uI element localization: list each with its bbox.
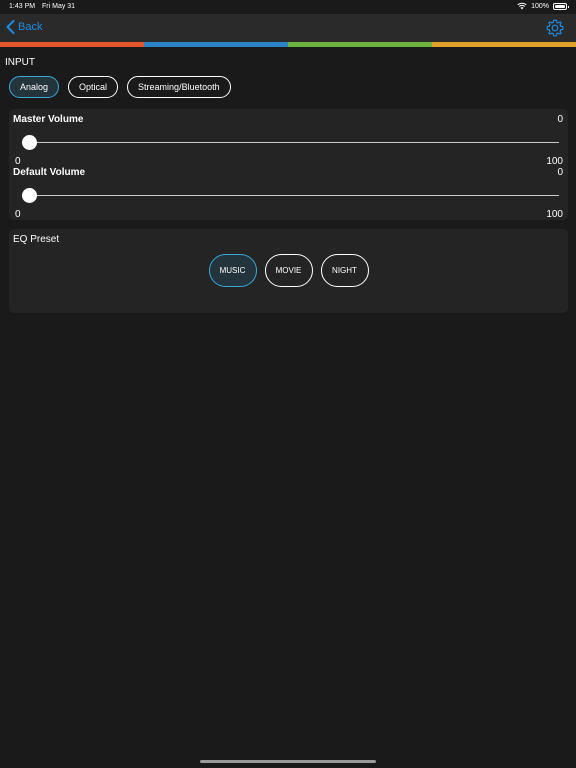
input-section-label: INPUT (5, 57, 35, 68)
default-volume-min: 0 (15, 209, 21, 220)
master-volume-title: Master Volume (13, 114, 84, 125)
status-time: 1:43 PM (9, 3, 36, 10)
default-volume-thumb[interactable] (21, 188, 37, 203)
eq-preset-title: EQ Preset (13, 234, 60, 245)
input-streaming-button[interactable]: Streaming/Bluetooth (127, 76, 231, 98)
nav-bar: Back (0, 14, 576, 42)
eq-night-button[interactable]: NIGHT (320, 254, 369, 287)
status-date: Fri May 31 (42, 3, 76, 10)
status-indicators: 100% (517, 2, 569, 10)
input-analog-button[interactable]: Analog (9, 76, 60, 98)
master-volume-track[interactable] (22, 142, 559, 143)
stripe-segment-green (288, 42, 432, 47)
chevron-left-icon (6, 20, 15, 34)
stripe-segment-orange (0, 42, 144, 47)
gear-icon[interactable] (545, 18, 565, 38)
battery-percent: 100% (531, 2, 549, 10)
status-bar: 1:43 PM Fri May 31 100% (0, 0, 576, 14)
default-volume-slider-block: Default Volume 0 0 100 (13, 167, 563, 220)
volume-card: Master Volume 0 0 100 Default Volume 0 0… (9, 109, 568, 220)
master-volume-max: 100 (546, 156, 563, 167)
back-label: Back (18, 21, 43, 33)
master-volume-slider-block: Master Volume 0 0 100 (13, 114, 563, 167)
input-optical-button[interactable]: Optical (68, 76, 119, 98)
back-button[interactable]: Back (6, 20, 42, 34)
stripe-segment-yellow (432, 42, 576, 47)
master-volume-thumb[interactable] (21, 135, 37, 150)
eq-music-button[interactable]: MUSIC (208, 254, 257, 287)
default-volume-title: Default Volume (13, 167, 86, 178)
default-volume-track[interactable] (22, 195, 559, 196)
default-volume-max: 100 (546, 209, 563, 220)
eq-preset-selector: MUSIC MOVIE NIGHT (9, 254, 568, 287)
color-stripe (0, 42, 576, 47)
master-volume-min: 0 (15, 156, 21, 167)
master-volume-value: 0 (557, 114, 563, 125)
input-selector: Analog Optical Streaming/Bluetooth (9, 76, 231, 98)
eq-preset-card: EQ Preset MUSIC MOVIE NIGHT (9, 229, 568, 313)
wifi-icon (517, 2, 527, 10)
eq-movie-button[interactable]: MOVIE (264, 254, 313, 287)
battery-icon (553, 2, 569, 10)
stripe-segment-blue (144, 42, 288, 47)
home-indicator[interactable] (200, 760, 376, 763)
default-volume-value: 0 (557, 167, 563, 178)
